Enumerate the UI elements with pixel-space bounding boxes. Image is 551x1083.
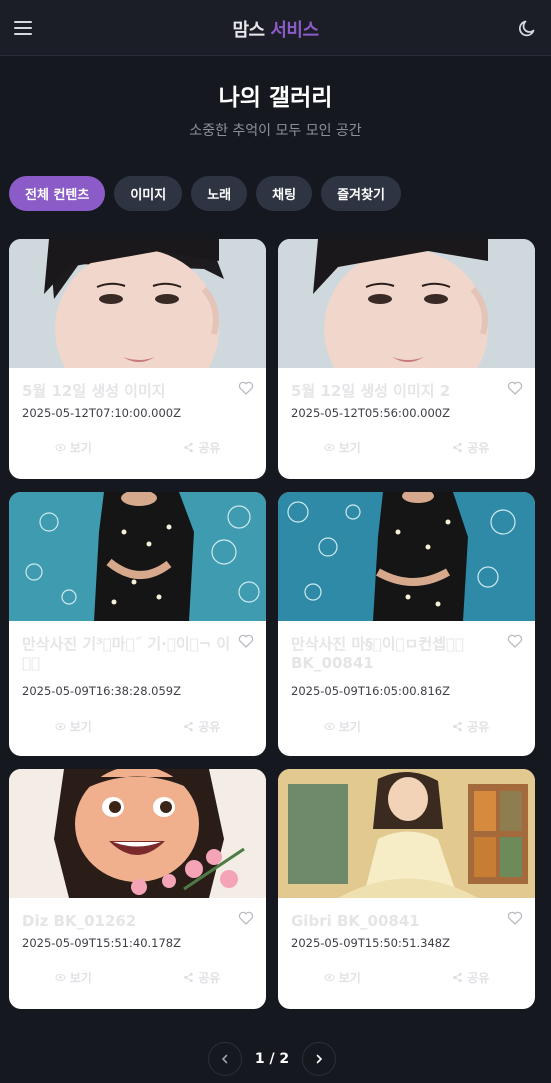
- heart-icon[interactable]: [238, 910, 254, 926]
- card-date: 2025-05-09T16:05:00.816Z: [291, 684, 450, 698]
- view-label: 보기: [338, 720, 361, 734]
- card-actions: 보기 공유: [278, 718, 535, 735]
- card-thumbnail[interactable]: [278, 492, 535, 621]
- card-title: 만삭사진 기³􏿾마􏿾˝ 기·􏿾이􏿾¬ 이􏿾􏿾: [22, 635, 231, 672]
- share-icon: [453, 442, 462, 453]
- share-button[interactable]: 공유: [407, 969, 536, 986]
- view-label: 보기: [69, 971, 92, 985]
- view-button[interactable]: 보기: [278, 439, 407, 456]
- eye-icon: [55, 723, 66, 730]
- prev-page-button[interactable]: [208, 1042, 242, 1076]
- card-thumbnail[interactable]: [278, 239, 535, 368]
- eye-icon: [55, 974, 66, 981]
- share-label: 공유: [198, 971, 221, 985]
- card-actions: 보기 공유: [9, 969, 266, 986]
- share-button[interactable]: 공유: [138, 439, 267, 456]
- brand-part1: 맘스: [232, 20, 265, 41]
- card-title: Diz BK_01262: [22, 912, 137, 930]
- brand-logo[interactable]: 맘스 서비스: [0, 16, 551, 42]
- share-icon: [184, 972, 193, 983]
- eye-icon: [324, 444, 335, 451]
- eye-icon: [55, 444, 66, 451]
- filter-song[interactable]: 노래: [191, 176, 248, 211]
- card-actions: 보기 공유: [278, 969, 535, 986]
- heart-icon[interactable]: [238, 380, 254, 396]
- view-label: 보기: [69, 441, 92, 455]
- filter-all[interactable]: 전체 컨텐츠: [9, 176, 106, 211]
- view-button[interactable]: 보기: [9, 969, 138, 986]
- card-actions: 보기 공유: [9, 718, 266, 735]
- heart-icon[interactable]: [507, 910, 523, 926]
- filter-tabs: 전체 컨텐츠 이미지 노래 채팅 즐겨찾기: [9, 176, 401, 211]
- card-actions: 보기 공유: [278, 439, 535, 456]
- filter-chat[interactable]: 채팅: [256, 176, 313, 211]
- pagination: 1 / 2: [208, 1042, 336, 1076]
- gallery-grid: 5월 12일 생성 이미지 2025-05-12T07:10:00.000Z 보…: [9, 239, 537, 1009]
- view-button[interactable]: 보기: [278, 969, 407, 986]
- eye-icon: [324, 974, 335, 981]
- card-thumbnail[interactable]: [9, 492, 266, 621]
- card-actions: 보기 공유: [9, 439, 266, 456]
- brand-part2: 서비스: [270, 20, 319, 41]
- chevron-left-icon: [221, 1054, 228, 1064]
- view-label: 보기: [338, 971, 361, 985]
- card-thumbnail[interactable]: [278, 769, 535, 898]
- page-subtitle: 소중한 추억이 모두 모인 공간: [189, 123, 362, 139]
- gallery-card[interactable]: Diz BK_01262 2025-05-09T15:51:40.178Z 보기…: [9, 769, 266, 1009]
- card-title: 5월 12일 생성 이미지 2: [291, 382, 451, 400]
- share-label: 공유: [467, 720, 490, 734]
- share-icon: [453, 972, 462, 983]
- share-button[interactable]: 공유: [407, 439, 536, 456]
- filter-favorites[interactable]: 즐겨찾기: [321, 176, 401, 211]
- heart-icon[interactable]: [507, 380, 523, 396]
- share-label: 공유: [467, 971, 490, 985]
- eye-icon: [324, 723, 335, 730]
- gallery-card[interactable]: 만삭사진 기³􏿾마􏿾˝ 기·􏿾이􏿾¬ 이􏿾􏿾 2025-05-09T16:38:…: [9, 492, 266, 756]
- card-thumbnail[interactable]: [9, 239, 266, 368]
- page-title: 나의 갤러리: [218, 85, 333, 111]
- gallery-card[interactable]: Gibri BK_00841 2025-05-09T15:50:51.348Z …: [278, 769, 535, 1009]
- view-label: 보기: [69, 720, 92, 734]
- card-thumbnail[interactable]: [9, 769, 266, 898]
- card-title: 5월 12일 생성 이미지: [22, 382, 166, 400]
- share-label: 공유: [198, 441, 221, 455]
- filter-image[interactable]: 이미지: [114, 176, 183, 211]
- heart-icon[interactable]: [238, 633, 254, 649]
- card-title: Gibri BK_00841: [291, 912, 420, 930]
- share-icon: [184, 442, 193, 453]
- card-date: 2025-05-12T05:56:00.000Z: [291, 406, 450, 420]
- share-button[interactable]: 공유: [138, 969, 267, 986]
- next-page-button[interactable]: [302, 1042, 336, 1076]
- card-date: 2025-05-09T15:51:40.178Z: [22, 936, 181, 950]
- share-icon: [453, 721, 462, 732]
- gallery-card[interactable]: 만삭사진 마§􏿾이􏿾ㅁ컨셉􏿾􏿾 BK_00841 2025-05-09T16:0…: [278, 492, 535, 756]
- view-button[interactable]: 보기: [278, 718, 407, 735]
- page-indicator: 1 / 2: [254, 1051, 290, 1067]
- share-label: 공유: [467, 441, 490, 455]
- share-button[interactable]: 공유: [138, 718, 267, 735]
- card-date: 2025-05-09T16:38:28.059Z: [22, 684, 181, 698]
- card-date: 2025-05-12T07:10:00.000Z: [22, 406, 181, 420]
- view-button[interactable]: 보기: [9, 439, 138, 456]
- card-date: 2025-05-09T15:50:51.348Z: [291, 936, 450, 950]
- view-label: 보기: [338, 441, 361, 455]
- heart-icon[interactable]: [507, 633, 523, 649]
- gallery-card[interactable]: 5월 12일 생성 이미지 2 2025-05-12T05:56:00.000Z…: [278, 239, 535, 479]
- share-label: 공유: [198, 720, 221, 734]
- share-icon: [184, 721, 193, 732]
- share-button[interactable]: 공유: [407, 718, 536, 735]
- gallery-card[interactable]: 5월 12일 생성 이미지 2025-05-12T07:10:00.000Z 보…: [9, 239, 266, 479]
- chevron-right-icon: [316, 1054, 323, 1064]
- moon-icon[interactable]: [516, 17, 538, 39]
- view-button[interactable]: 보기: [9, 718, 138, 735]
- card-title: 만삭사진 마§􏿾이􏿾ㅁ컨셉􏿾􏿾 BK_00841: [291, 635, 464, 672]
- top-bar: 맘스 서비스: [0, 0, 551, 56]
